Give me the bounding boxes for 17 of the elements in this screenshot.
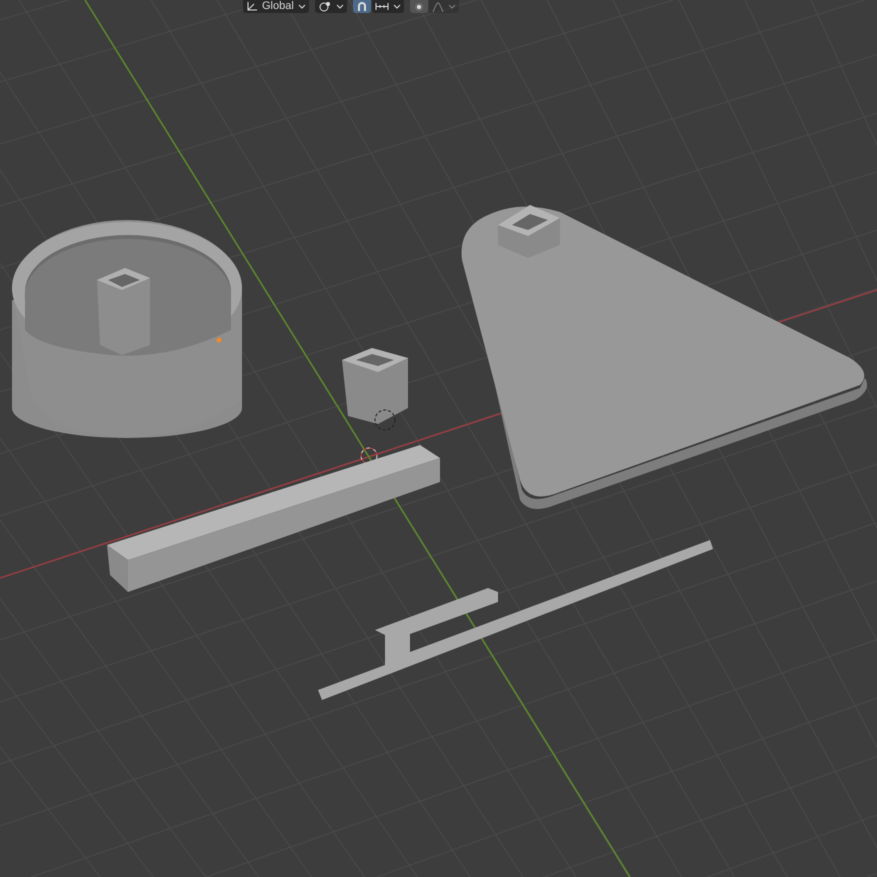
proportional-toggle[interactable] [410,0,428,13]
snap-toggle[interactable] [352,0,371,13]
pivot-icon [318,1,332,12]
curve-icon [432,2,444,12]
dot-circle-icon [414,2,424,12]
chevron-icon [336,4,344,10]
magnet-icon [356,1,368,12]
orientation-dropdown[interactable]: Global [243,0,309,13]
pivot-dropdown[interactable] [314,0,347,13]
snap-element-dropdown[interactable] [372,0,404,13]
origin-dot [216,338,222,342]
chevron-icon [448,4,456,10]
axes-icon [246,1,258,12]
increment-icon [374,2,389,11]
chevron-icon [298,4,306,10]
chevron-icon [392,4,401,10]
cursor-icon [360,410,396,464]
